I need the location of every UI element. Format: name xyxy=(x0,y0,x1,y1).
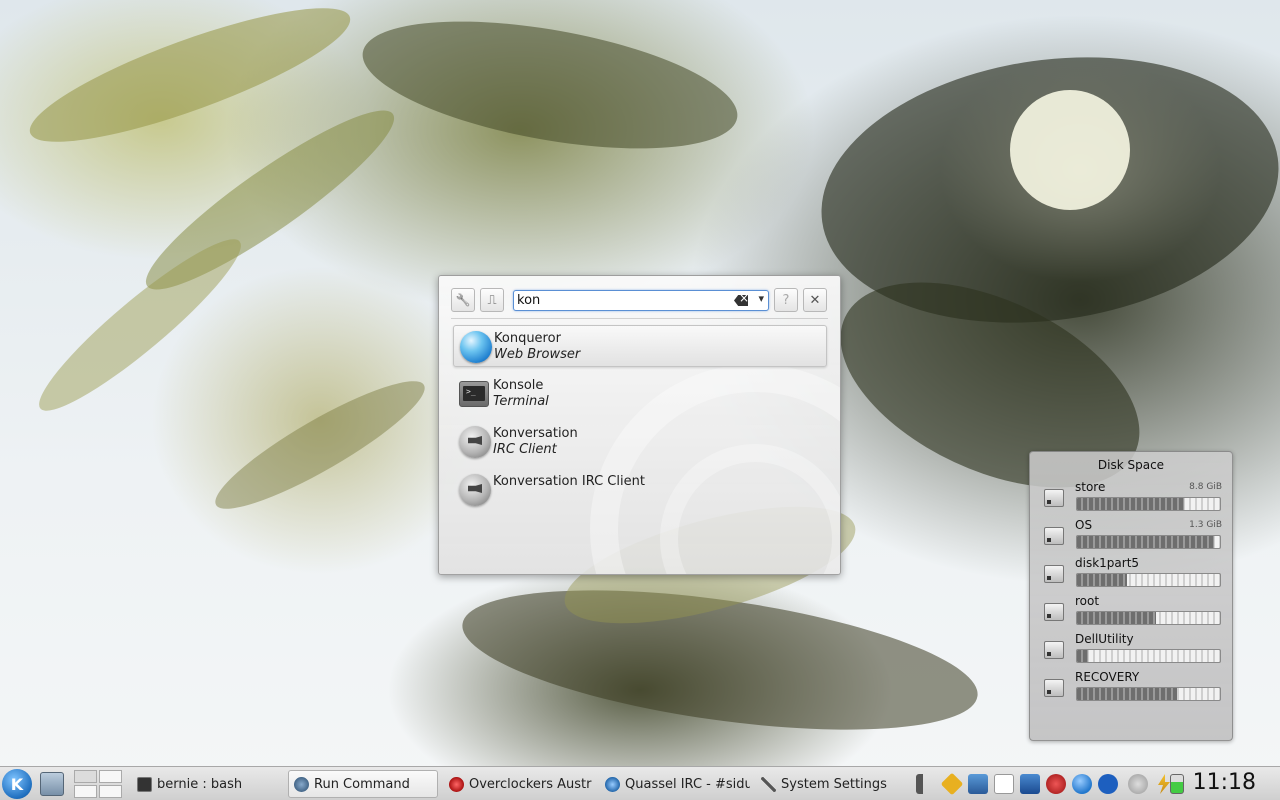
result-item-konqueror[interactable]: Konqueror Web Browser xyxy=(453,325,827,367)
disk-usage-bar xyxy=(1076,611,1221,625)
close-icon: ✕ xyxy=(809,292,821,308)
disk-name: RECOVERY xyxy=(1075,670,1140,684)
close-button[interactable]: ✕ xyxy=(803,288,827,312)
pager-desktop-4[interactable] xyxy=(99,785,122,798)
terminal-icon: >_ xyxy=(459,381,489,407)
bluetooth-icon[interactable] xyxy=(1098,774,1118,794)
task-run-command[interactable]: Run Command xyxy=(288,770,438,798)
result-name: Konversation xyxy=(493,426,578,441)
disk-size: 1.3 GiB xyxy=(1189,520,1222,530)
disk-name: OS xyxy=(1075,518,1093,532)
web-browser-tray-icon[interactable] xyxy=(1072,774,1092,794)
run-icon xyxy=(294,776,309,792)
hard-drive-icon xyxy=(1044,565,1064,583)
disk-usage-fill xyxy=(1077,612,1156,624)
disk-usage-bar xyxy=(1076,687,1221,701)
chat-bubble-icon xyxy=(459,426,491,458)
clock[interactable]: 11:18 xyxy=(1193,770,1256,795)
display-icon[interactable] xyxy=(968,774,988,794)
result-description: IRC Client xyxy=(493,442,557,457)
disk-size: 8.8 GiB xyxy=(1189,482,1222,492)
browser-icon xyxy=(449,776,464,792)
info-icon[interactable] xyxy=(1128,774,1148,794)
disk-row[interactable]: store 8.8 GiB xyxy=(1030,480,1232,518)
result-name: Konsole xyxy=(493,378,544,393)
task-bernie-bash[interactable]: bernie : bash xyxy=(132,770,282,798)
disk-name: disk1part5 xyxy=(1075,556,1140,570)
task-quassel-irc[interactable]: Quassel IRC - #sidu xyxy=(600,770,750,798)
toolbar-divider xyxy=(451,318,828,319)
run-command-dialog: 🔧 ⎍ ▾ ? ✕ Konqueror Web Browser >_ Konso… xyxy=(438,275,841,575)
pager-desktop-2[interactable] xyxy=(99,770,122,783)
disk-row[interactable]: OS 1.3 GiB xyxy=(1030,518,1232,556)
disk-usage-bar xyxy=(1076,649,1221,663)
disk-usage-bar xyxy=(1076,497,1221,511)
disk-name: DellUtility xyxy=(1075,632,1134,646)
settings-button[interactable]: 🔧 xyxy=(451,288,475,312)
task-system-settings[interactable]: System Settings xyxy=(756,770,906,798)
pager-desktop-3[interactable] xyxy=(74,785,97,798)
desktop-pager xyxy=(74,770,124,798)
disk-row[interactable]: disk1part5 xyxy=(1030,556,1232,594)
network-icon[interactable] xyxy=(1020,774,1040,794)
task-overclockers[interactable]: Overclockers Austr xyxy=(444,770,592,798)
result-item-konversation[interactable]: Konversation IRC Client xyxy=(453,421,827,463)
disk-usage-bar xyxy=(1076,535,1221,549)
globe-icon xyxy=(460,331,492,363)
help-icon: ? xyxy=(782,292,790,308)
volume-muted-icon[interactable] xyxy=(916,774,936,794)
kde-logo-icon: K xyxy=(10,774,24,794)
clipboard-icon[interactable] xyxy=(994,774,1014,794)
result-name: Konqueror xyxy=(494,331,561,346)
result-name: Konversation IRC Client xyxy=(493,474,645,489)
result-item-konsole[interactable]: >_ Konsole Terminal xyxy=(453,373,827,415)
taskbar: K bernie : bash Run Command Overclockers… xyxy=(0,766,1280,800)
hard-drive-icon xyxy=(1044,489,1064,507)
disk-usage-fill xyxy=(1077,688,1178,700)
wrench-icon: 🔧 xyxy=(455,293,471,307)
update-notifier-icon[interactable] xyxy=(1046,774,1066,794)
clear-text-icon[interactable] xyxy=(734,295,748,306)
show-desktop-icon[interactable] xyxy=(40,772,64,796)
activity-monitor-icon: ⎍ xyxy=(487,292,497,308)
hard-drive-icon xyxy=(1044,641,1064,659)
result-description: Web Browser xyxy=(494,347,581,362)
system-activity-button[interactable]: ⎍ xyxy=(480,288,504,312)
disk-usage-fill xyxy=(1077,574,1128,586)
disk-usage-fill xyxy=(1077,536,1215,548)
disk-usage-bar xyxy=(1076,573,1221,587)
search-box: ▾ xyxy=(513,290,769,311)
dialog-toolbar: 🔧 ⎍ ▾ ? ✕ xyxy=(451,288,828,314)
task-label: Quassel IRC - #sidu xyxy=(625,776,750,792)
hard-drive-icon xyxy=(1044,603,1064,621)
result-item-konversation-irc-client[interactable]: Konversation IRC Client xyxy=(453,469,827,511)
settings-icon xyxy=(761,776,776,792)
battery-icon[interactable] xyxy=(1170,774,1184,794)
disk-usage-fill xyxy=(1077,498,1185,510)
task-label: System Settings xyxy=(781,776,887,792)
help-button[interactable]: ? xyxy=(774,288,798,312)
application-launcher-button[interactable]: K xyxy=(2,769,32,799)
chevron-down-icon[interactable]: ▾ xyxy=(758,292,764,305)
search-input[interactable] xyxy=(517,292,727,309)
disk-name: root xyxy=(1075,594,1100,608)
disk-name: store xyxy=(1075,480,1106,494)
disk-usage-fill xyxy=(1077,650,1089,662)
chat-bubble-icon xyxy=(459,474,491,506)
task-label: Run Command xyxy=(314,776,410,792)
disk-row[interactable]: root xyxy=(1030,594,1232,632)
result-description: Terminal xyxy=(493,394,549,409)
disk-row[interactable]: RECOVERY xyxy=(1030,670,1232,708)
terminal-icon xyxy=(137,776,152,792)
task-label: bernie : bash xyxy=(157,776,243,792)
hard-drive-icon xyxy=(1044,527,1064,545)
widget-title: Disk Space xyxy=(1097,458,1165,472)
task-label: Overclockers Austr xyxy=(469,776,592,792)
quassel-icon xyxy=(605,776,620,792)
hard-drive-icon xyxy=(1044,679,1064,697)
pager-desktop-1[interactable] xyxy=(74,770,97,783)
klipper-icon[interactable] xyxy=(940,772,964,796)
disk-row[interactable]: DellUtility xyxy=(1030,632,1232,670)
disk-space-widget: Disk Space store 8.8 GiB OS 1.3 GiB disk1par… xyxy=(1029,451,1233,741)
